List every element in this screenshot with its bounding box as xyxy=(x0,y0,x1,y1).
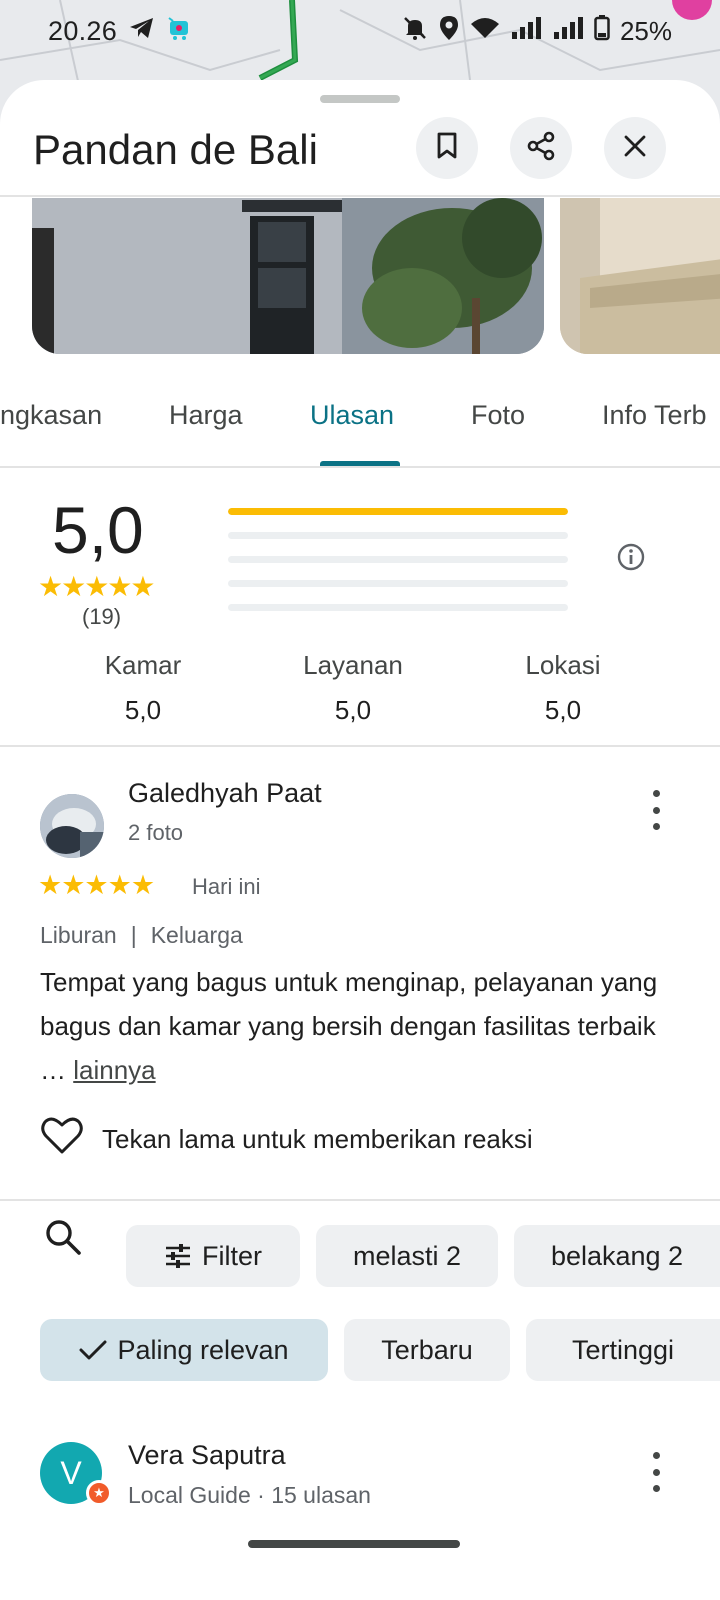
aspect-value: 5,0 xyxy=(334,695,372,725)
telegram-icon xyxy=(129,16,155,47)
save-button[interactable] xyxy=(416,117,478,179)
react-hint: Tekan lama untuk memberikan reaksi xyxy=(102,1124,533,1154)
review-text: Tempat yang bagus untuk menginap, pelaya… xyxy=(40,960,680,1092)
tab-info[interactable]: Info Terb xyxy=(602,400,707,431)
tab-foto[interactable]: Foto xyxy=(471,400,525,431)
aspect-kamar: Kamar 5,0 xyxy=(53,650,233,726)
gesture-nav-bar[interactable] xyxy=(248,1540,460,1548)
read-more-link[interactable]: lainnya xyxy=(73,1055,155,1085)
aspect-value: 5,0 xyxy=(124,695,162,725)
review-tags: Liburan | Keluarga xyxy=(40,922,243,949)
aspect-label: Layanan xyxy=(303,650,403,680)
more-vert-icon xyxy=(652,790,660,797)
tabs-divider xyxy=(0,466,720,468)
place-title: Pandan de Bali xyxy=(33,126,318,173)
place-photo-exterior[interactable] xyxy=(32,198,544,354)
review-date: Hari ini xyxy=(192,874,261,899)
bookmark-icon xyxy=(436,132,458,165)
location-icon xyxy=(438,15,460,48)
react-button[interactable]: Tekan lama untuk memberikan reaksi xyxy=(40,1116,533,1163)
aspect-lokasi: Lokasi 5,0 xyxy=(473,650,653,726)
reviewer-name[interactable]: Galedhyah Paat xyxy=(128,778,322,809)
rating-bar-2 xyxy=(228,580,568,587)
wifi-icon xyxy=(470,16,500,47)
aspect-label: Kamar xyxy=(104,650,182,680)
filter-chip[interactable]: Filter xyxy=(126,1225,300,1287)
review-tag: Keluarga xyxy=(150,922,243,948)
summary-divider xyxy=(0,745,720,747)
rating-bar-3 xyxy=(228,556,568,563)
overall-rating: 5,0 xyxy=(52,493,144,567)
close-icon xyxy=(623,134,647,163)
topic-chip-belakang[interactable]: belakang 2 xyxy=(514,1225,720,1287)
reviewer-subtitle: Local Guide · 15 ulasan xyxy=(128,1482,371,1508)
place-photo-bedroom[interactable] xyxy=(560,198,720,354)
signal-icon-2 xyxy=(552,16,584,47)
rating-bar-1 xyxy=(228,604,568,611)
rating-bar-5 xyxy=(228,508,568,515)
aspect-value: 5,0 xyxy=(544,695,582,725)
check-icon xyxy=(79,1339,107,1361)
filter-chip-label: Filter xyxy=(202,1240,262,1271)
reviewer-name[interactable]: Vera Saputra xyxy=(128,1440,286,1471)
reviewer-photo-count: 2 foto xyxy=(128,820,184,845)
search-icon xyxy=(44,1218,82,1261)
aspect-label: Lokasi xyxy=(525,650,601,680)
tab-ulasan[interactable]: Ulasan xyxy=(310,400,394,431)
app-notification-icon xyxy=(167,15,193,48)
close-button[interactable] xyxy=(604,117,666,179)
aspect-layanan: Layanan 5,0 xyxy=(263,650,443,726)
tag-separator: | xyxy=(130,922,137,948)
rating-distribution[interactable] xyxy=(228,508,568,628)
avatar[interactable] xyxy=(40,794,104,858)
header-divider xyxy=(0,195,720,197)
more-vert-icon xyxy=(652,1452,660,1459)
sort-chip-newest[interactable]: Terbaru xyxy=(344,1319,510,1381)
signal-icon xyxy=(510,16,542,47)
info-icon[interactable] xyxy=(616,542,646,577)
status-bar: 20.26 25% xyxy=(0,0,720,62)
tune-icon xyxy=(164,1243,192,1269)
place-sheet: Pandan de Bali ngkasan Harga Ulasan Foto… xyxy=(0,80,720,1600)
topic-chip-melasti[interactable]: melasti 2 xyxy=(316,1225,498,1287)
tab-bar: ngkasan Harga Ulasan Foto Info Terb xyxy=(0,370,720,470)
review-count: (19) xyxy=(82,604,122,629)
sort-chip-highest[interactable]: Tertinggi xyxy=(526,1319,720,1381)
battery-icon xyxy=(594,14,610,48)
search-reviews-button[interactable] xyxy=(40,1216,86,1262)
sheet-header: Pandan de Bali xyxy=(0,110,720,200)
heart-icon xyxy=(40,1116,84,1163)
share-button[interactable] xyxy=(510,117,572,179)
local-guide-badge-icon: ★ xyxy=(86,1480,112,1506)
mute-icon xyxy=(402,15,428,48)
tab-ringkasan[interactable]: ngkasan xyxy=(0,400,102,431)
tab-harga[interactable]: Harga xyxy=(169,400,243,431)
aspect-ratings: Kamar 5,0 Layanan 5,0 Lokasi 5,0 xyxy=(0,650,720,730)
overall-stars: ★★★★★ xyxy=(38,571,156,602)
review-menu-button[interactable] xyxy=(644,790,668,830)
sort-chip-relevant[interactable]: Paling relevan xyxy=(40,1319,328,1381)
drag-handle[interactable] xyxy=(320,95,400,103)
review-menu-button[interactable] xyxy=(644,1452,668,1492)
rating-bar-4 xyxy=(228,532,568,539)
sort-chip-label: Paling relevan xyxy=(117,1334,289,1365)
battery-level: 25% xyxy=(619,15,672,46)
review-tag: Liburan xyxy=(40,922,117,948)
review-divider xyxy=(0,1199,720,1201)
share-icon xyxy=(526,131,556,166)
status-time: 20.26 xyxy=(48,15,118,46)
review-stars: ★★★★★ xyxy=(38,870,155,900)
